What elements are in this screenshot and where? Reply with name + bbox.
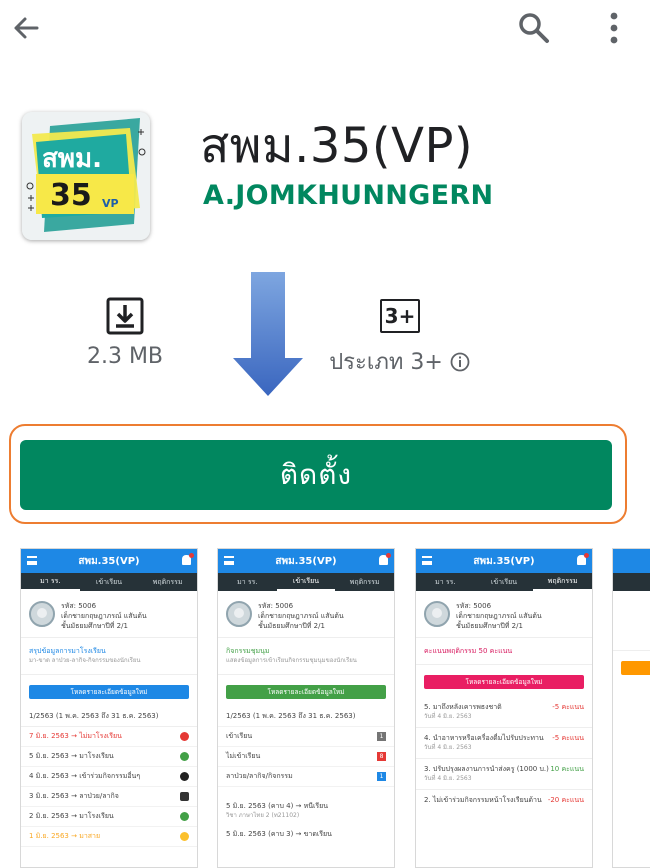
avatar	[226, 601, 252, 627]
search-icon	[519, 13, 549, 43]
score-badge: -20 คะแนน	[547, 796, 584, 804]
student-id: รหัส: 5006	[258, 602, 294, 610]
tab-class: เข้าเรียน	[95, 577, 123, 586]
section-subtitle: แสดงข้อมูลการเข้าเรียนกิจกรรมชุมนุมของนั…	[226, 657, 357, 664]
tab-attendance: มา รร.	[435, 577, 456, 586]
install-button[interactable]: ติดตั้ง	[20, 440, 612, 510]
list-item: 1 มิ.ย. 2563 → มาสาย	[29, 832, 101, 840]
developer-link[interactable]: A.JOMKHUNNGERN	[203, 180, 493, 211]
tab-behavior: พฤติกรรม	[349, 577, 380, 586]
list-item-sub: วันที่ 4 มิ.ย. 2563	[424, 744, 472, 751]
section-title: กิจกรรมชุมนุม	[226, 647, 270, 655]
count-badge: 8	[377, 752, 386, 761]
list-item: เข้าเรียน	[226, 732, 253, 740]
list-item: 5 มิ.ย. 2563 (คาบ 4) → หนีเรียน	[226, 802, 329, 810]
menu-icon	[224, 556, 234, 565]
student-name: เด็กชายกฤษฎาภรณ์ แสันต้น	[258, 612, 344, 620]
size-label: 2.3 MB	[86, 344, 164, 369]
more-options-button[interactable]	[592, 6, 636, 50]
bell-icon	[577, 553, 589, 565]
list-item-sub: วันที่ 4 มิ.ย. 2563	[424, 775, 472, 782]
list-item: ลาป่วย/ลากิจ/กิจกรรม	[226, 772, 293, 780]
count-badge: 1	[377, 772, 386, 781]
screenshot-3[interactable]: สพม.35(VP) มา รร. เข้าเรียน พฤติกรรม รหั…	[415, 548, 593, 868]
tab-attendance: มา รร.	[21, 573, 80, 591]
menu-icon	[27, 556, 37, 565]
list-item: 3. ปรับปรุงผลงานการนำส่งครู (1000 บ.)	[424, 765, 549, 773]
student-id: รหัส: 5006	[61, 602, 97, 610]
student-name: เด็กชายกฤษฎาภรณ์ แสันต้น	[456, 612, 542, 620]
screenshot-2[interactable]: สพม.35(VP) มา รร. เข้าเรียน พฤติกรรม รหั…	[217, 548, 395, 868]
list-item: 7 มิ.ย. 2563 → ไม่มาโรงเรียน	[29, 732, 122, 740]
section-title: สรุปข้อมูลการมาโรงเรียน	[29, 647, 106, 655]
student-class: ชั้นมัธยมศึกษาปีที่ 2/1	[258, 622, 325, 630]
list-item: 5. มาถึงหลังเคารพธงชาติ	[424, 703, 502, 711]
reload-bar: โหลดรายละเอียดข้อมูลใหม่	[29, 685, 189, 699]
screenshot-header: สพม.35(VP)	[275, 555, 337, 567]
list-item: 5 มิ.ย. 2563 (คาบ 3) → ขาดเรียน	[226, 830, 332, 838]
app-title: สพม.35(VP)	[200, 118, 474, 174]
count-badge: 1	[377, 732, 386, 741]
score-badge: 10 คะแนน	[550, 765, 584, 773]
avatar	[29, 601, 55, 627]
down-arrow-annotation-icon	[233, 272, 303, 396]
student-class: ชั้นมัธยมศึกษาปีที่ 2/1	[61, 622, 128, 630]
screenshot-header: สพม.35(VP)	[473, 555, 535, 567]
svg-text:VP: VP	[102, 197, 119, 210]
score-badge: -5 คะแนน	[552, 703, 584, 711]
status-icon	[180, 772, 189, 781]
status-icon	[180, 732, 189, 741]
more-vert-icon	[610, 12, 618, 44]
student-name: เด็กชายกฤษฎาภรณ์ แสันต้น	[61, 612, 147, 620]
arrow-left-icon	[14, 17, 39, 39]
reload-bar: โหลดรายละเอียดข้อมูลใหม่	[226, 685, 386, 699]
rating-badge-icon: 3+	[379, 299, 421, 333]
bell-icon	[182, 553, 194, 565]
list-item: 4 มิ.ย. 2563 → เข้าร่วมกิจกรรมอื่นๆ	[29, 772, 141, 780]
section-subtitle: มา-ขาด ลาป่วย-ลากิจ-กิจกรรมของนักเรียน	[29, 657, 141, 664]
screenshot-carousel[interactable]: สพม.35(VP) มา รร. เข้าเรียน พฤติกรรม รหั…	[0, 548, 650, 868]
list-item: 3 มิ.ย. 2563 → ลาป่วย/ลากิจ	[29, 792, 119, 800]
back-button[interactable]	[4, 6, 48, 50]
download-icon	[106, 297, 144, 335]
svg-text:35: 35	[50, 178, 92, 213]
status-icon	[180, 792, 189, 801]
tab-class: เข้าเรียน	[276, 573, 336, 591]
status-icon	[180, 832, 189, 841]
rating-label: ประเภท 3+	[329, 350, 443, 375]
tab-attendance: มา รร.	[237, 577, 258, 586]
list-item: 2 มิ.ย. 2563 → มาโรงเรียน	[29, 812, 114, 820]
screenshot-header: สพม.35(VP)	[78, 555, 140, 567]
menu-icon	[422, 556, 432, 565]
reload-bar: โหลดรายละเอียดข้อมูลใหม่	[424, 675, 584, 689]
student-class: ชั้นมัธยมศึกษาปีที่ 2/1	[456, 622, 523, 630]
app-icon: สพม. 35 VP	[22, 112, 150, 240]
avatar	[424, 601, 450, 627]
status-icon	[180, 812, 189, 821]
list-item: ไม่เข้าเรียน	[226, 752, 261, 760]
tab-behavior: พฤติกรรม	[533, 573, 592, 591]
list-item-sub: วิชา ภาษาไทย 2 (ท21102)	[226, 812, 300, 819]
content-rating-stat[interactable]: 3+ ประเภท 3+	[310, 296, 490, 379]
bell-icon	[379, 553, 391, 565]
student-id: รหัส: 5006	[456, 602, 492, 610]
screenshot-1[interactable]: สพม.35(VP) มา รร. เข้าเรียน พฤติกรรม รหั…	[20, 548, 198, 868]
top-app-bar	[0, 0, 650, 56]
screenshot-4[interactable]	[612, 548, 650, 868]
section-title: คะแนนพฤติกรรม 50 คะแนน	[424, 647, 513, 655]
status-icon	[180, 752, 189, 761]
list-item: 5 มิ.ย. 2563 → มาโรงเรียน	[29, 752, 114, 760]
score-badge: -5 คะแนน	[552, 734, 584, 742]
info-icon	[450, 352, 470, 371]
svg-text:สพม.: สพม.	[42, 144, 102, 174]
tab-behavior: พฤติกรรม	[152, 577, 183, 586]
list-item: 4. นำอาหารหรือเครื่องดื่มไปรับประทาน	[424, 734, 544, 742]
size-stat: 2.3 MB	[60, 296, 190, 369]
term-label: 1/2563 (1 พ.ค. 2563 ถึง 31 ธ.ค. 2563)	[29, 712, 159, 720]
list-item-sub: วันที่ 4 มิ.ย. 2563	[424, 713, 472, 720]
list-item: 2. ไม่เข้าร่วมกิจกรรมหน้าโรงเรียนด้าน	[424, 796, 542, 804]
term-label: 1/2563 (1 พ.ค. 2563 ถึง 31 ธ.ค. 2563)	[226, 712, 356, 720]
search-button[interactable]	[512, 6, 556, 50]
tab-class: เข้าเรียน	[490, 577, 518, 586]
